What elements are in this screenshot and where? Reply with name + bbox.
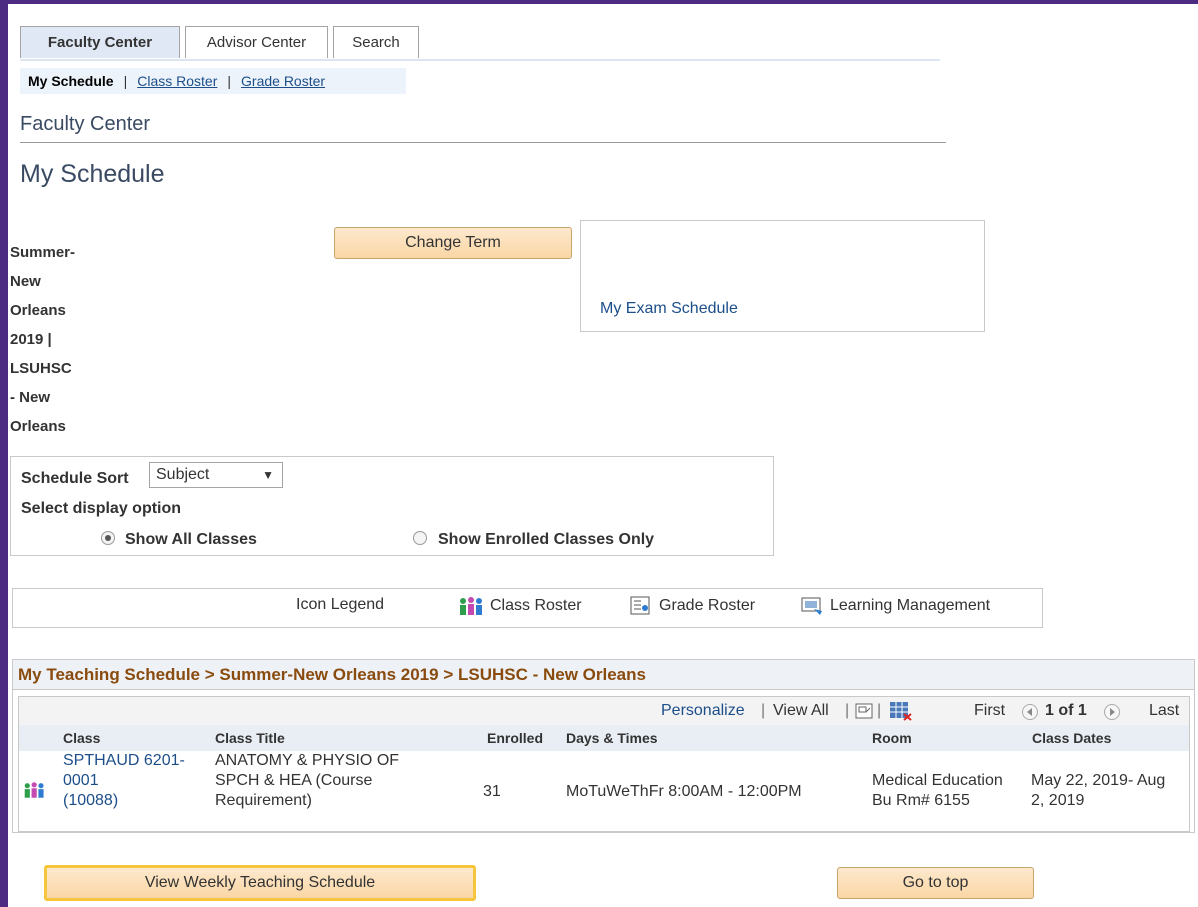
column-header-class: Class [63, 730, 101, 746]
subnav-separator: | [227, 73, 232, 89]
window-frame-top [0, 0, 1198, 4]
class-dates: May 22, 2019- Aug 2, 2019 [1031, 771, 1165, 811]
schedule-grid: Personalize | View All | | First 1 of 1 … [18, 696, 1190, 832]
chevron-down-icon: ▼ [262, 468, 274, 482]
nav-separator: | [877, 702, 882, 719]
nav-separator: | [761, 702, 766, 719]
go-to-top-button[interactable]: Go to top [837, 867, 1034, 899]
sub-navigation: My Schedule | Class Roster | Grade Roste… [20, 68, 406, 94]
days-times: MoTuWeThFr 8:00AM - 12:00PM [566, 783, 802, 800]
term-line: New [10, 273, 41, 290]
class-title-line: SPCH & HEA (Course [215, 772, 373, 789]
class-title-line: Requirement) [215, 792, 312, 809]
subnav-grade-roster-link[interactable]: Grade Roster [241, 73, 325, 89]
legend-learning-management: Learning Management [800, 596, 990, 616]
show-enrolled-classes-radio[interactable] [413, 531, 427, 545]
column-header-enrolled: Enrolled [487, 730, 544, 746]
previous-arrow-icon[interactable] [1022, 704, 1038, 720]
class-dates-line: May 22, 2019- Aug [1031, 772, 1166, 789]
grid-navigation-bar: Personalize | View All | | First 1 of 1 … [19, 697, 1189, 725]
term-line: Orleans [10, 418, 66, 435]
personalize-link[interactable]: Personalize [661, 702, 745, 720]
teaching-schedule-header: My Teaching Schedule > Summer-New Orlean… [13, 660, 1194, 690]
tab-label: Faculty Center [47, 34, 153, 51]
icon-legend-title: Icon Legend [296, 596, 385, 613]
term-line: LSUHSC [10, 360, 72, 377]
show-all-classes-label[interactable]: Show All Classes [125, 531, 257, 549]
view-weekly-teaching-schedule-button[interactable]: View Weekly Teaching Schedule [44, 865, 476, 901]
schedule-sort-value: Subject [156, 466, 210, 483]
term-line: - New [10, 389, 51, 406]
tab-faculty-center[interactable]: Faculty Center [20, 26, 180, 58]
enrolled-count: 31 [483, 783, 501, 800]
column-header-class-dates: Class Dates [1032, 730, 1112, 746]
table-row: SPTHAUD 6201- 0001 (10088) ANATOMY & PHY… [19, 751, 1189, 831]
term-line: Orleans [10, 302, 66, 319]
class-dates-line: 2, 2019 [1031, 792, 1085, 809]
class-title: ANATOMY & PHYSIO OF SPCH & HEA (Course R… [215, 751, 399, 811]
schedule-options-box: Schedule Sort Subject ▼ Select display o… [10, 456, 774, 556]
column-header-days-times: Days & Times [566, 730, 658, 746]
icon-legend: Icon Legend Class Roster Grade Roster Le… [12, 588, 1043, 628]
subnav-separator: | [123, 73, 128, 89]
column-header-room: Room [872, 730, 912, 746]
my-exam-schedule-link[interactable]: My Exam Schedule [600, 300, 738, 318]
view-all-link[interactable]: View All [773, 702, 829, 720]
term-line: 2019 | [10, 331, 52, 348]
class-link[interactable]: SPTHAUD 6201- 0001 (10088) [63, 751, 185, 811]
grid-column-headers: Class Class Title Enrolled Days & Times … [19, 725, 1189, 751]
term-name: Summer- New Orleans 2019 | LSUHSC - New … [10, 238, 100, 441]
class-line: (10088) [63, 792, 119, 809]
people-icon [460, 597, 482, 615]
class-roster-icon[interactable] [23, 780, 47, 800]
grade-roster-icon [630, 596, 650, 615]
download-spreadsheet-icon[interactable] [889, 701, 913, 721]
column-header-class-title: Class Title [215, 730, 285, 746]
section-divider [20, 142, 946, 143]
display-option-label: Select display option [21, 500, 182, 517]
window-frame-left [0, 0, 8, 907]
tab-label: Search [352, 34, 400, 51]
room-line: Bu Rm# 6155 [872, 792, 970, 809]
exam-schedule-box: My Exam Schedule [580, 220, 985, 332]
subnav-my-schedule: My Schedule [28, 73, 114, 89]
room: Medical Education Bu Rm# 6155 [872, 771, 1003, 811]
tab-search[interactable]: Search [333, 26, 419, 58]
next-arrow-icon[interactable] [1104, 704, 1120, 720]
last-link[interactable]: Last [1149, 702, 1179, 720]
tab-advisor-center[interactable]: Advisor Center [185, 26, 328, 58]
first-link[interactable]: First [974, 702, 1005, 720]
term-line: Summer- [10, 244, 76, 261]
class-line: 0001 [63, 772, 99, 789]
page-count: 1 of 1 [1045, 702, 1087, 719]
subnav-class-roster-link[interactable]: Class Roster [137, 73, 217, 89]
class-line: SPTHAUD 6201- [63, 752, 185, 769]
section-title: Faculty Center [20, 113, 151, 135]
schedule-sort-select[interactable]: Subject ▼ [149, 462, 283, 488]
legend-learning-management-label: Learning Management [830, 597, 991, 614]
room-line: Medical Education [872, 772, 1003, 789]
tab-bar-underline [20, 59, 940, 61]
teaching-schedule-panel: My Teaching Schedule > Summer-New Orlean… [12, 659, 1195, 833]
nav-separator: | [845, 702, 850, 719]
class-title-line: ANATOMY & PHYSIO OF [215, 752, 400, 769]
learning-management-icon [801, 597, 822, 615]
show-enrolled-classes-label[interactable]: Show Enrolled Classes Only [438, 531, 654, 549]
tab-label: Advisor Center [206, 34, 307, 51]
zoom-grid-icon[interactable] [855, 702, 873, 720]
legend-class-roster-label: Class Roster [490, 597, 582, 614]
legend-grade-roster: Grade Roster [629, 596, 755, 616]
page-title: My Schedule [20, 160, 165, 188]
schedule-sort-label: Schedule Sort [21, 470, 129, 487]
legend-grade-roster-label: Grade Roster [659, 597, 756, 614]
legend-class-roster: Class Roster [458, 596, 582, 616]
change-term-button[interactable]: Change Term [334, 227, 572, 259]
show-all-classes-radio[interactable] [101, 531, 115, 545]
